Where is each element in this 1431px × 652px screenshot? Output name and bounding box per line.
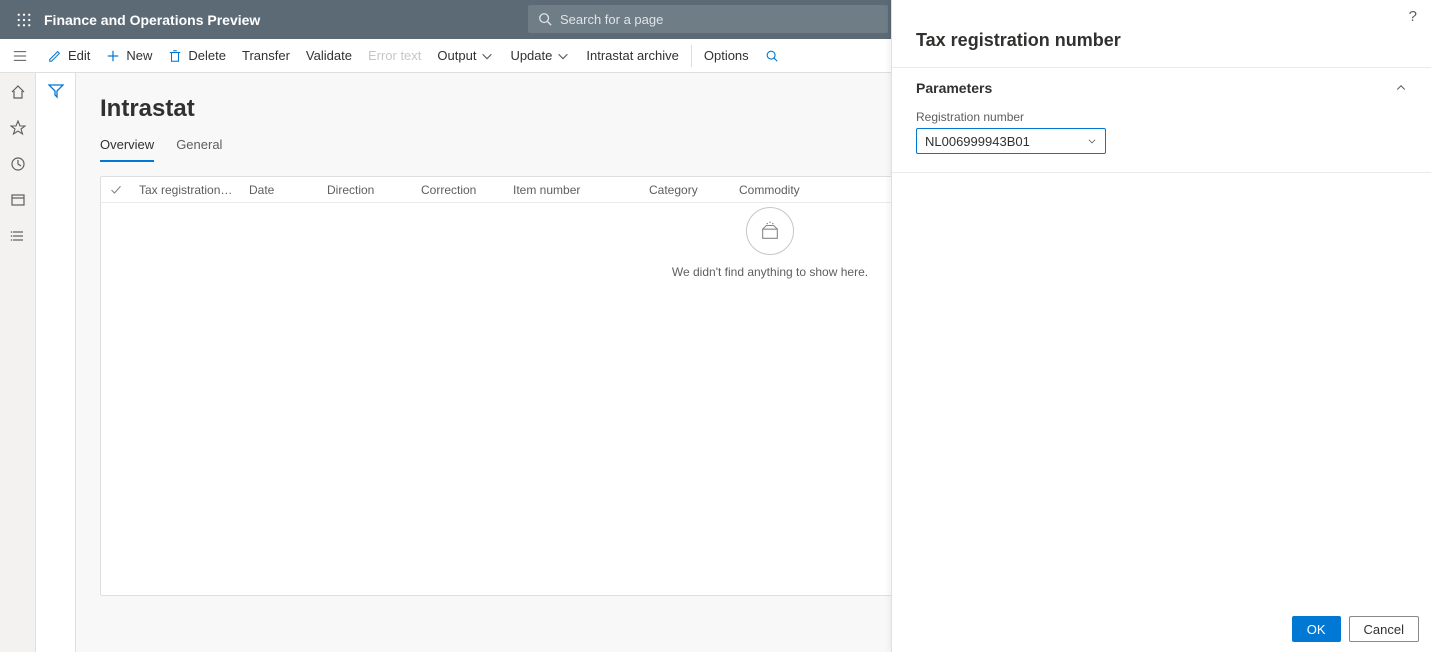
registration-number-value: NL006999943B01 bbox=[925, 134, 1030, 149]
parameters-section: Parameters Registration number NL0069999… bbox=[892, 67, 1431, 173]
registration-number-label: Registration number bbox=[916, 110, 1407, 124]
home-icon bbox=[10, 84, 26, 100]
column-commodity[interactable]: Commodity bbox=[731, 183, 851, 197]
app-title: Finance and Operations Preview bbox=[44, 12, 260, 28]
tab-general[interactable]: General bbox=[176, 137, 222, 162]
intrastat-archive-button[interactable]: Intrastat archive bbox=[578, 40, 687, 72]
home-nav[interactable] bbox=[9, 83, 27, 101]
find-button[interactable] bbox=[757, 40, 787, 72]
trash-icon bbox=[168, 49, 182, 63]
top-navbar: Finance and Operations Preview Search fo… bbox=[0, 0, 891, 39]
list-icon bbox=[10, 228, 26, 244]
main-content: Intrastat Overview General Tax registrat… bbox=[76, 73, 891, 652]
filter-toggle[interactable] bbox=[48, 83, 64, 652]
nav-toggle-button[interactable] bbox=[6, 42, 34, 70]
app-launcher-button[interactable] bbox=[10, 6, 38, 34]
dialog-title: Tax registration number bbox=[892, 0, 1431, 67]
cancel-button[interactable]: Cancel bbox=[1349, 616, 1419, 642]
clock-icon bbox=[10, 156, 26, 172]
grid-empty-state: We didn't find anything to show here. bbox=[101, 207, 891, 279]
edit-button[interactable]: Edit bbox=[40, 40, 98, 72]
new-button[interactable]: New bbox=[98, 40, 160, 72]
help-button[interactable]: ? bbox=[1409, 8, 1417, 25]
error-text-button: Error text bbox=[360, 40, 429, 72]
update-menu[interactable]: Update bbox=[502, 40, 578, 72]
pencil-icon bbox=[48, 49, 62, 63]
empty-icon bbox=[746, 207, 794, 255]
delete-button[interactable]: Delete bbox=[160, 40, 234, 72]
plus-icon bbox=[106, 49, 120, 63]
recent-nav[interactable] bbox=[9, 155, 27, 173]
column-correction[interactable]: Correction bbox=[413, 183, 505, 197]
funnel-icon bbox=[48, 83, 64, 99]
left-rail bbox=[0, 73, 36, 652]
registration-number-select[interactable]: NL006999943B01 bbox=[916, 128, 1106, 154]
dialog-panel: ? Tax registration number Parameters Reg… bbox=[891, 0, 1431, 652]
transfer-button[interactable]: Transfer bbox=[234, 40, 298, 72]
parameters-section-header[interactable]: Parameters bbox=[916, 80, 1407, 96]
workspace-icon bbox=[10, 192, 26, 208]
search-placeholder: Search for a page bbox=[560, 12, 663, 27]
tab-overview[interactable]: Overview bbox=[100, 137, 154, 162]
filter-pane bbox=[36, 73, 76, 652]
column-date[interactable]: Date bbox=[241, 183, 319, 197]
ok-button[interactable]: OK bbox=[1292, 616, 1341, 642]
chevron-down-icon bbox=[480, 49, 494, 63]
chevron-down-icon bbox=[1087, 136, 1097, 146]
grid-header: Tax registration num... Date Direction C… bbox=[101, 177, 891, 203]
hamburger-icon bbox=[13, 49, 27, 63]
search-icon bbox=[538, 12, 552, 26]
box-icon bbox=[759, 220, 781, 242]
check-icon bbox=[110, 184, 122, 196]
page-title: Intrastat bbox=[100, 95, 867, 123]
search-icon bbox=[765, 49, 779, 63]
waffle-icon bbox=[17, 13, 31, 27]
empty-message: We didn't find anything to show here. bbox=[672, 265, 868, 279]
column-select-all[interactable] bbox=[101, 184, 131, 196]
dialog-footer: OK Cancel bbox=[1280, 606, 1431, 652]
validate-button[interactable]: Validate bbox=[298, 40, 360, 72]
column-direction[interactable]: Direction bbox=[319, 183, 413, 197]
workspaces-nav[interactable] bbox=[9, 191, 27, 209]
command-bar: Edit New Delete Transfer Validate Error … bbox=[0, 39, 891, 73]
tab-row: Overview General bbox=[100, 137, 867, 162]
options-button[interactable]: Options bbox=[696, 40, 757, 72]
data-grid: Tax registration num... Date Direction C… bbox=[100, 176, 891, 596]
chevron-up-icon bbox=[1395, 82, 1407, 94]
output-menu[interactable]: Output bbox=[429, 40, 502, 72]
chevron-down-icon bbox=[556, 49, 570, 63]
modules-nav[interactable] bbox=[9, 227, 27, 245]
global-search-input[interactable]: Search for a page bbox=[528, 5, 888, 33]
favorites-nav[interactable] bbox=[9, 119, 27, 137]
star-icon bbox=[10, 120, 26, 136]
column-category[interactable]: Category bbox=[641, 183, 731, 197]
column-item-number[interactable]: Item number bbox=[505, 183, 641, 197]
separator bbox=[691, 45, 692, 67]
column-tax-registration[interactable]: Tax registration num... bbox=[131, 183, 241, 197]
